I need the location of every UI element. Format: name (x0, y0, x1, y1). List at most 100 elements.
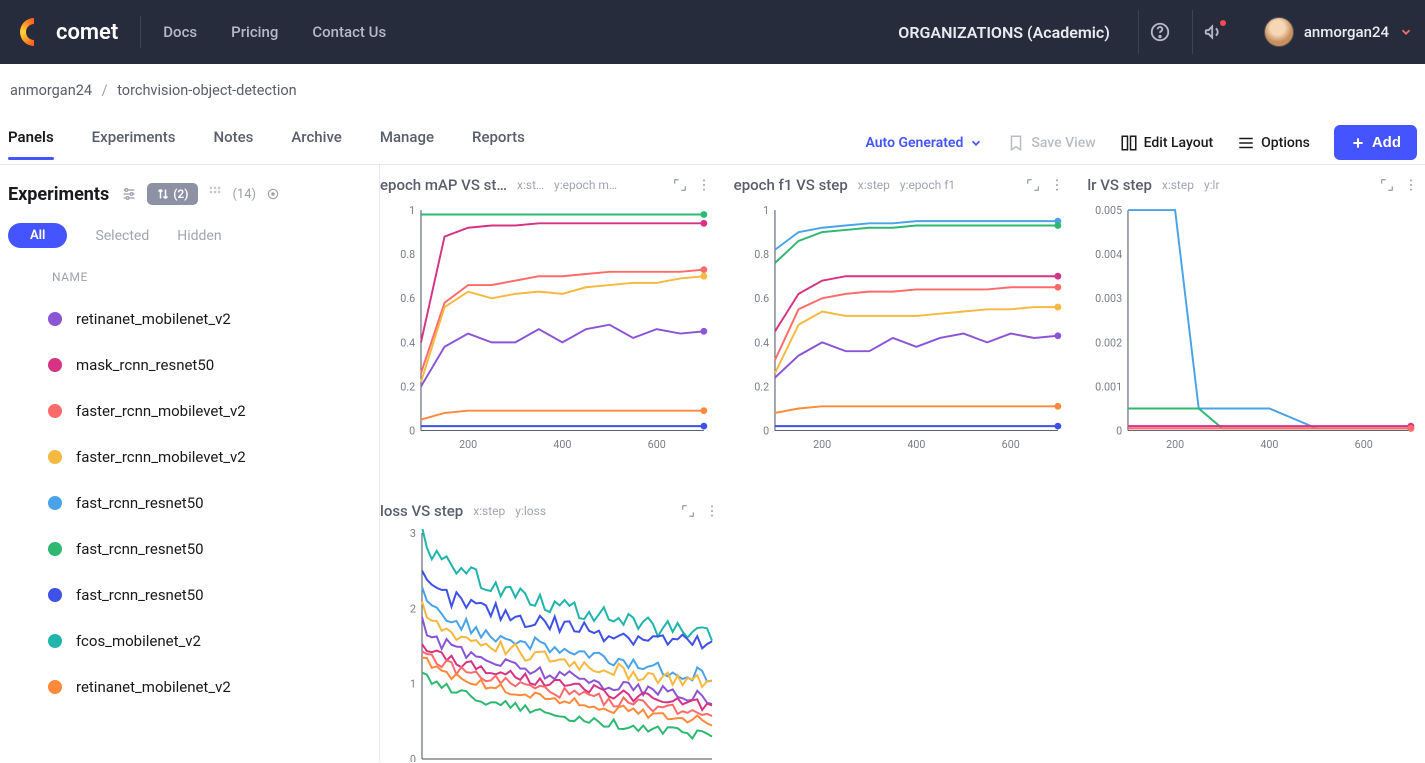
announcements-icon[interactable] (1192, 10, 1236, 54)
grid-icon[interactable] (208, 185, 222, 203)
options-icon (1237, 134, 1255, 152)
panel-header: loss VS step x:step y:loss (380, 501, 720, 521)
experiment-name: fast_rcnn_resnet50 (76, 540, 204, 558)
svg-text:200: 200 (1166, 438, 1184, 451)
help-icon[interactable] (1138, 10, 1182, 54)
sidebar-toolbar: (2) (14) (121, 183, 280, 205)
color-dot (48, 542, 62, 556)
expand-icon[interactable] (1025, 177, 1041, 193)
tabbar-actions: Auto Generated Save View Edit Layout Opt… (865, 125, 1417, 160)
tab-manage[interactable]: Manage (380, 128, 434, 158)
svg-text:0.6: 0.6 (400, 292, 415, 305)
breadcrumb-project[interactable]: torchvision-object-detection (117, 82, 296, 99)
svg-text:400: 400 (907, 438, 925, 451)
divider (140, 16, 141, 48)
panel-title: loss VS step (380, 502, 463, 520)
tab-notes[interactable]: Notes (213, 128, 253, 158)
edit-layout-button[interactable]: Edit Layout (1120, 134, 1214, 152)
svg-text:0.004: 0.004 (1096, 248, 1123, 261)
brand-text: comet (56, 20, 118, 45)
panel-actions (1379, 177, 1419, 193)
more-icon[interactable] (1049, 177, 1065, 193)
tab-archive[interactable]: Archive (291, 128, 341, 158)
nav-pricing[interactable]: Pricing (231, 23, 278, 41)
experiment-name: faster_rcnn_mobilevet_v2 (76, 448, 246, 466)
svg-text:0.2: 0.2 (754, 380, 769, 393)
nav-docs[interactable]: Docs (163, 23, 197, 41)
list-item[interactable]: fast_rcnn_resnet50 (8, 572, 369, 618)
svg-text:0: 0 (1116, 424, 1122, 437)
avatar (1264, 17, 1294, 47)
list-item[interactable]: mask_rcnn_resnet50 (8, 342, 369, 388)
sliders-icon[interactable] (121, 186, 137, 202)
breadcrumb-user[interactable]: anmorgan24 (10, 82, 92, 99)
panel: epoch mAP VS st… x:st… y:epoch m… 00.20.… (380, 175, 712, 467)
color-dot (48, 680, 62, 694)
svg-text:3: 3 (410, 529, 416, 540)
experiment-name: mask_rcnn_resnet50 (76, 356, 214, 374)
save-view-button[interactable]: Save View (1007, 134, 1095, 152)
panel-xlabel: x:step (473, 504, 505, 518)
expand-icon[interactable] (1379, 177, 1395, 193)
panel-title: epoch mAP VS st… (380, 176, 507, 194)
panel-ylabel: y:epoch m… (554, 178, 617, 192)
panel-actions (680, 503, 720, 519)
more-icon[interactable] (1403, 177, 1419, 193)
organizations-label[interactable]: ORGANIZATIONS (Academic) (898, 23, 1110, 42)
svg-text:0.2: 0.2 (400, 380, 415, 393)
list-item[interactable]: retinanet_mobilenet_v2 (8, 664, 369, 710)
filter-count: (2) (173, 187, 188, 201)
sidebar: Experiments (2) (14) All Selected Hidden… (0, 165, 380, 762)
experiment-name: fast_rcnn_resnet50 (76, 494, 204, 512)
sort-icon (157, 188, 169, 200)
color-dot (48, 496, 62, 510)
chevron-down-icon (1399, 25, 1413, 39)
color-dot (48, 358, 62, 372)
experiment-name: retinanet_mobilenet_v2 (76, 678, 231, 696)
panel: epoch f1 VS step x:step y:epoch f1 00.20… (734, 175, 1066, 467)
list-item[interactable]: fcos_mobilenet_v2 (8, 618, 369, 664)
list-item[interactable]: faster_rcnn_mobilevet_v2 (8, 388, 369, 434)
list-item[interactable]: faster_rcnn_mobilevet_v2 (8, 434, 369, 480)
logo[interactable]: comet (20, 18, 118, 46)
options-button[interactable]: Options (1237, 134, 1310, 152)
tab-panels[interactable]: Panels (8, 128, 54, 158)
expand-icon[interactable] (680, 503, 696, 519)
svg-text:0.002: 0.002 (1096, 336, 1123, 349)
list-item[interactable]: fast_rcnn_resnet50 (8, 526, 369, 572)
add-button[interactable]: Add (1334, 125, 1417, 160)
expand-icon[interactable] (672, 177, 688, 193)
panel: lr VS step x:step y:lr 00.0010.0020.0030… (1087, 175, 1419, 467)
panel-row-2: loss VS step x:step y:loss 0123 (380, 501, 1419, 762)
tab-reports[interactable]: Reports (472, 128, 525, 158)
tab-experiments[interactable]: Experiments (92, 128, 176, 158)
filter-pill[interactable]: (2) (147, 183, 198, 205)
project-tabbar: Panels Experiments Notes Archive Manage … (0, 121, 1425, 165)
filter-hidden[interactable]: Hidden (177, 228, 221, 244)
more-icon[interactable] (704, 503, 720, 519)
experiment-list: retinanet_mobilenet_v2 mask_rcnn_resnet50… (8, 296, 369, 762)
plus-icon (1350, 135, 1366, 151)
auto-generated-dropdown[interactable]: Auto Generated (865, 135, 983, 151)
comet-logo-icon (20, 18, 48, 46)
nav-contact[interactable]: Contact Us (312, 23, 386, 41)
panel-xlabel: x:step (1162, 178, 1194, 192)
color-dot (48, 588, 62, 602)
user-menu[interactable]: anmorgan24 (1246, 17, 1413, 47)
list-item[interactable]: retinanet_mobilenet_v2 (8, 296, 369, 342)
svg-text:0.003: 0.003 (1096, 292, 1123, 305)
svg-text:2: 2 (410, 602, 416, 615)
svg-text:0.6: 0.6 (754, 292, 769, 305)
bookmark-icon (1007, 134, 1025, 152)
panel-header: epoch mAP VS st… x:st… y:epoch m… (380, 175, 712, 195)
list-item[interactable]: fast_rcnn_resnet50 (8, 480, 369, 526)
more-icon[interactable] (696, 177, 712, 193)
filter-selected[interactable]: Selected (95, 228, 149, 244)
panel-title: epoch f1 VS step (734, 176, 848, 194)
filter-all[interactable]: All (8, 223, 67, 248)
panel-ylabel: y:loss (515, 504, 546, 518)
panel-ylabel: y:lr (1204, 178, 1220, 192)
svg-text:600: 600 (1001, 438, 1019, 451)
target-icon[interactable] (266, 187, 280, 201)
options-label: Options (1261, 135, 1310, 151)
